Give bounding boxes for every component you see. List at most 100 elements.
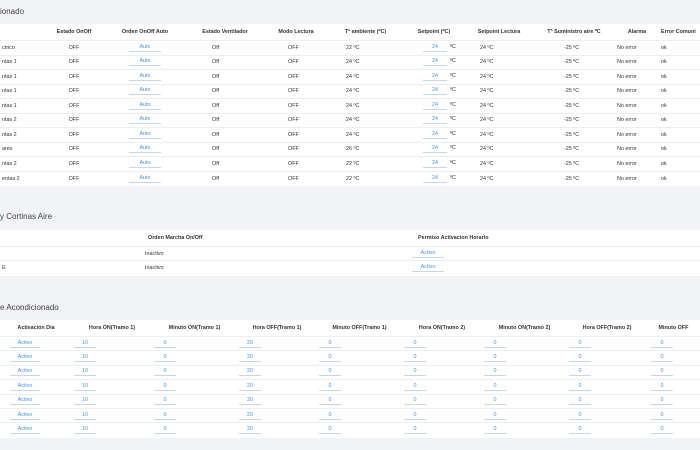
- orden-onoff-link[interactable]: Auto: [129, 116, 161, 125]
- minuto-on-t2-input[interactable]: 0: [484, 340, 506, 348]
- hora-off-t2-input[interactable]: 0: [569, 426, 591, 435]
- orden-onoff-link[interactable]: Auto: [129, 73, 161, 81]
- setpoint-input[interactable]: 24: [423, 44, 447, 52]
- minuto-off-t2-input[interactable]: 0: [651, 340, 673, 348]
- minuto-on-t1-input[interactable]: 0: [154, 340, 176, 348]
- activacion-dia-link[interactable]: Activo: [10, 340, 40, 348]
- minuto-on-t1-input[interactable]: 0: [154, 397, 176, 406]
- hora-on-t1-input[interactable]: 10: [74, 354, 96, 363]
- setpoint-input[interactable]: 24: [423, 73, 447, 81]
- orden-onoff-link[interactable]: Auto: [129, 175, 161, 183]
- error-comunicacion: ok: [661, 117, 667, 124]
- activacion-dia-link[interactable]: Activo: [10, 383, 40, 391]
- orden-onoff-link[interactable]: Auto: [129, 58, 161, 67]
- hora-on-t1-input[interactable]: 10: [74, 340, 96, 348]
- hora-off-t1-input[interactable]: 20: [239, 426, 261, 435]
- units-cell: OFF: [264, 141, 328, 157]
- schedule-cell: 0: [152, 393, 237, 409]
- hora-off-t2-input[interactable]: 0: [569, 412, 591, 420]
- minuto-on-t2-input[interactable]: 0: [484, 412, 506, 420]
- activacion-dia-link[interactable]: Activo: [10, 412, 40, 420]
- hora-on-t1-input[interactable]: 10: [74, 397, 96, 406]
- minuto-on-t2-input[interactable]: 0: [484, 426, 506, 435]
- activacion-dia-link[interactable]: Activo: [10, 397, 40, 406]
- minuto-off-t2-input[interactable]: 0: [651, 426, 673, 435]
- unit-name: entas 2: [2, 175, 20, 182]
- minuto-off-t1-input[interactable]: 0: [319, 412, 341, 420]
- hora-on-t2-input[interactable]: 0: [404, 412, 426, 420]
- hora-on-t2-input[interactable]: 0: [404, 340, 426, 348]
- hora-on-t2-input[interactable]: 0: [404, 354, 426, 363]
- minuto-off-t2-input[interactable]: 0: [651, 397, 673, 406]
- setpoint-input[interactable]: 24: [423, 87, 447, 96]
- minuto-on-t1-input[interactable]: 0: [154, 426, 176, 435]
- minuto-on-t2-input[interactable]: 0: [484, 397, 506, 406]
- schedule-cell: 0: [402, 407, 482, 423]
- orden-onoff-link[interactable]: Auto: [129, 145, 161, 154]
- minuto-off-t1-input[interactable]: 0: [319, 397, 341, 406]
- hora-on-t1-input[interactable]: 10: [74, 383, 96, 391]
- orden-onoff-link[interactable]: Auto: [129, 87, 161, 96]
- activacion-dia-link[interactable]: Activo: [10, 354, 40, 363]
- hora-off-t1-input[interactable]: 20: [239, 354, 261, 363]
- minuto-on-t1-input[interactable]: 0: [154, 368, 176, 377]
- minuto-on-t1-input[interactable]: 0: [154, 383, 176, 391]
- minuto-off-t1-input[interactable]: 0: [319, 426, 341, 435]
- minuto-off-t2-input[interactable]: 0: [651, 368, 673, 377]
- setpoint-input[interactable]: 24: [423, 131, 447, 139]
- hora-off-t1-input[interactable]: 20: [239, 383, 261, 391]
- setpoint-input[interactable]: 24: [423, 102, 447, 110]
- hora-off-t2-input[interactable]: 0: [569, 354, 591, 363]
- units-cell: 22 ºC: [328, 40, 403, 55]
- hora-off-t1-input[interactable]: 20: [239, 368, 261, 377]
- setpoint-unit: ºC: [450, 101, 456, 108]
- minuto-off-t2-input[interactable]: 0: [651, 354, 673, 363]
- temp-suministro: -25 ºC: [564, 88, 580, 95]
- hora-off-t2-input[interactable]: 0: [569, 397, 591, 406]
- minuto-off-t2-input[interactable]: 0: [651, 412, 673, 420]
- minuto-off-t2-input[interactable]: 0: [651, 383, 673, 391]
- minuto-off-t1-input[interactable]: 0: [319, 383, 341, 391]
- setpoint-input[interactable]: 24: [423, 175, 447, 183]
- setpoint-input[interactable]: 24: [423, 145, 447, 154]
- minuto-off-t1-input[interactable]: 0: [319, 368, 341, 377]
- orden-onoff-link[interactable]: Auto: [129, 102, 161, 110]
- error-comunicacion: ok: [661, 131, 667, 138]
- minuto-on-t2-input[interactable]: 0: [484, 383, 506, 391]
- setpoint-input[interactable]: 24: [423, 116, 447, 125]
- hora-on-t2-input[interactable]: 0: [404, 368, 426, 377]
- alarma-status: No error: [617, 59, 637, 66]
- minuto-on-t2-input[interactable]: 0: [484, 368, 506, 377]
- units-cell: -25 ºC: [533, 83, 615, 99]
- setpoint-input[interactable]: 24: [423, 58, 447, 67]
- minuto-on-t1-input[interactable]: 0: [154, 354, 176, 363]
- units-cell: No error: [615, 54, 659, 70]
- permiso-activacion-link[interactable]: Activo: [412, 264, 444, 272]
- minuto-off-t1-input[interactable]: 0: [319, 354, 341, 363]
- hora-on-t2-input[interactable]: 0: [404, 426, 426, 435]
- units-cell: Auto: [104, 83, 186, 99]
- minuto-on-t2-input[interactable]: 0: [484, 354, 506, 363]
- section-title-units: ionado: [0, 7, 25, 16]
- setpoint-input[interactable]: 24: [423, 160, 447, 168]
- hora-off-t2-input[interactable]: 0: [569, 383, 591, 391]
- orden-onoff-link[interactable]: Auto: [129, 131, 161, 139]
- hora-on-t2-input[interactable]: 0: [404, 383, 426, 391]
- hora-off-t1-input[interactable]: 20: [239, 397, 261, 406]
- permiso-activacion-link[interactable]: Activo: [412, 250, 444, 258]
- activacion-dia-link[interactable]: Activo: [10, 368, 40, 377]
- hora-on-t1-input[interactable]: 10: [74, 368, 96, 377]
- hora-off-t2-input[interactable]: 0: [569, 340, 591, 348]
- hora-off-t2-input[interactable]: 0: [569, 368, 591, 377]
- orden-onoff-link[interactable]: Auto: [129, 44, 161, 52]
- minuto-off-t1-input[interactable]: 0: [319, 340, 341, 348]
- hora-on-t1-input[interactable]: 10: [74, 426, 96, 435]
- hora-on-t1-input[interactable]: 10: [74, 412, 96, 420]
- activacion-dia-link[interactable]: Activo: [10, 426, 40, 435]
- hora-off-t1-input[interactable]: 20: [239, 340, 261, 348]
- orden-onoff-link[interactable]: Auto: [129, 160, 161, 168]
- minuto-on-t1-input[interactable]: 0: [154, 412, 176, 420]
- estado-onoff: OFF: [68, 44, 80, 51]
- hora-on-t2-input[interactable]: 0: [404, 397, 426, 406]
- hora-off-t1-input[interactable]: 20: [239, 412, 261, 420]
